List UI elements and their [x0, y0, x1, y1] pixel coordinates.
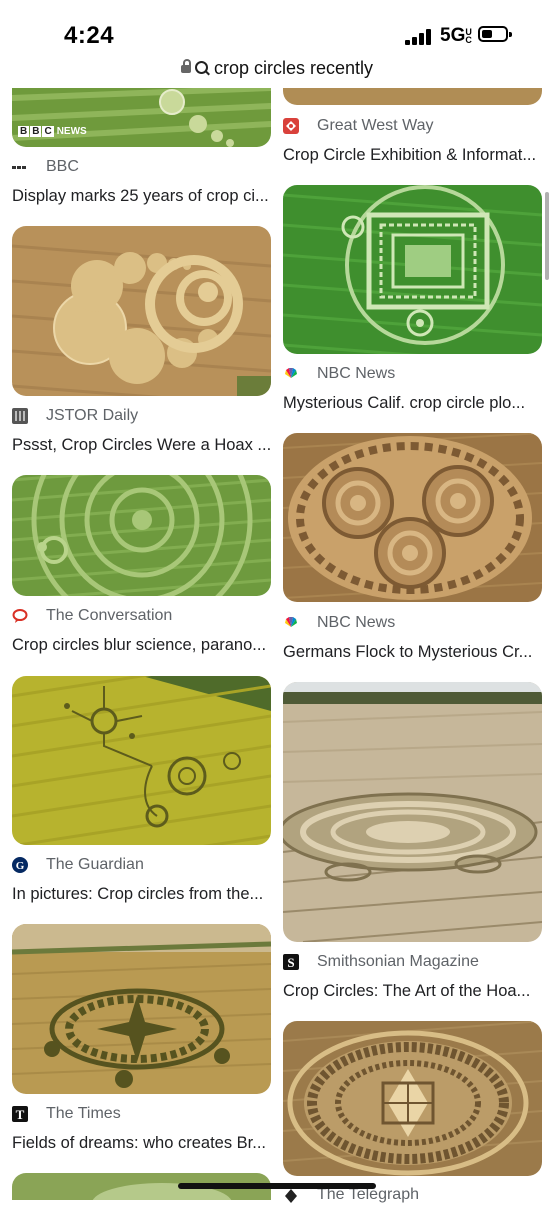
result-title[interactable]: Crop circles blur science, parano... [12, 636, 271, 655]
search-icon [194, 61, 208, 74]
result-source: NBC News [283, 614, 395, 632]
svg-text:T: T [16, 1107, 25, 1122]
result-image[interactable] [12, 226, 271, 396]
result-source: JSTOR Daily [12, 407, 138, 425]
result-title[interactable]: Fields of dreams: who creates Br... [12, 1134, 271, 1153]
result-source: NBC News [283, 365, 395, 383]
home-indicator[interactable] [178, 1183, 376, 1189]
great-west-way-icon [283, 118, 299, 134]
smithsonian-icon: S [283, 954, 299, 970]
result-source: BBC [12, 158, 79, 176]
battery-icon [478, 26, 512, 42]
result-image[interactable] [283, 88, 542, 105]
telegraph-icon [283, 1187, 299, 1203]
result-source: Great West Way [283, 117, 433, 135]
lock-icon [180, 59, 191, 73]
result-image[interactable]: B B C NEWS [12, 88, 271, 147]
result-image[interactable] [12, 475, 271, 596]
guardian-icon: G [12, 857, 28, 873]
result-image[interactable] [283, 433, 542, 602]
bbc-news-badge: B B C NEWS [18, 126, 87, 137]
result-source: The Conversation [12, 607, 172, 625]
bbc-icon [12, 159, 28, 175]
result-image[interactable] [283, 682, 542, 942]
times-icon: T [12, 1106, 28, 1122]
status-bar: 4:24 5GUC [0, 0, 554, 56]
signal-strength-icon [405, 29, 433, 45]
result-title[interactable]: Crop Circle Exhibition & Informat... [283, 146, 542, 165]
result-title[interactable]: Crop Circles: The Art of the Hoa... [283, 982, 542, 1001]
result-title[interactable]: Mysterious Calif. crop circle plo... [283, 394, 542, 413]
search-query: crop circles recently [213, 58, 374, 78]
svg-text:S: S [287, 955, 294, 970]
result-title[interactable]: Pssst, Crop Circles Were a Hoax ... [12, 436, 271, 455]
svg-text:G: G [16, 860, 25, 872]
conversation-icon [12, 608, 28, 624]
result-title[interactable]: Display marks 25 years of crop ci... [12, 187, 271, 206]
result-title[interactable]: Germans Flock to Mysterious Cr... [283, 643, 542, 662]
result-image[interactable] [12, 676, 271, 845]
result-source: G The Guardian [12, 856, 144, 874]
nbc-peacock-icon [283, 615, 299, 631]
status-time: 4:24 [64, 22, 115, 49]
scrollbar[interactable] [545, 192, 549, 280]
result-source: T The Times [12, 1105, 121, 1123]
address-bar[interactable]: crop circles recently [0, 58, 554, 84]
nbc-peacock-icon [283, 366, 299, 382]
jstor-icon [12, 408, 28, 424]
network-type-label: 5GUC [440, 25, 472, 46]
result-title[interactable]: In pictures: Crop circles from the... [12, 885, 271, 904]
result-image[interactable] [12, 924, 271, 1094]
result-image[interactable] [283, 185, 542, 354]
result-image[interactable] [283, 1021, 542, 1176]
result-source: S Smithsonian Magazine [283, 953, 479, 971]
